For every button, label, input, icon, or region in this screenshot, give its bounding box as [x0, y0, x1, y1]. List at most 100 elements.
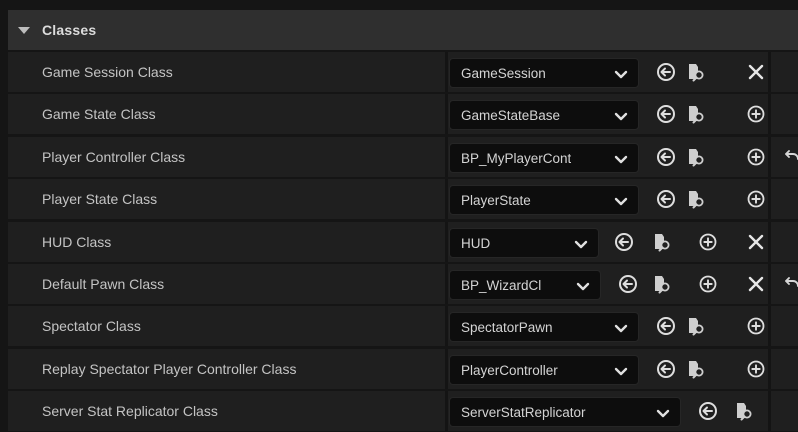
create-new-button[interactable]	[746, 147, 766, 167]
create-new-button[interactable]	[746, 104, 766, 124]
class-picker-dropdown[interactable]: GameStateBase	[449, 100, 639, 130]
browse-button[interactable]	[686, 359, 706, 379]
create-new-button[interactable]	[746, 189, 766, 209]
use-selected-arrow-icon	[656, 189, 676, 209]
use-selected-button[interactable]	[656, 359, 676, 379]
use-selected-button[interactable]	[656, 189, 676, 209]
browse-to-asset-icon	[686, 359, 706, 379]
column-divider[interactable]	[445, 264, 448, 304]
classes-category-header[interactable]: Classes	[8, 10, 798, 50]
reset-to-default-button[interactable]	[782, 147, 798, 167]
class-picker-dropdown[interactable]: PlayerController	[449, 355, 639, 385]
use-selected-button[interactable]	[656, 62, 676, 82]
browse-button[interactable]	[686, 104, 706, 124]
reset-to-default-button[interactable]	[782, 274, 798, 294]
details-panel: Classes Game Session Class GameSession Gam…	[0, 0, 798, 432]
clear-button[interactable]	[746, 62, 766, 82]
column-divider[interactable]	[445, 349, 448, 389]
browse-button[interactable]	[734, 401, 754, 421]
browse-to-asset-icon	[686, 104, 706, 124]
column-divider	[768, 137, 771, 177]
use-selected-button[interactable]	[656, 104, 676, 124]
browse-to-asset-icon	[652, 232, 672, 252]
class-picker-dropdown[interactable]: HUD	[449, 228, 599, 258]
create-new-plus-icon	[746, 147, 766, 167]
browse-button[interactable]	[652, 274, 672, 294]
property-row: Player State Class PlayerState	[8, 179, 798, 219]
property-label: Game State Class	[42, 106, 156, 122]
chevron-down-icon	[614, 110, 628, 121]
property-row: Replay Spectator Player Controller Class…	[8, 349, 798, 389]
clear-x-icon	[746, 232, 766, 252]
use-selected-button[interactable]	[656, 316, 676, 336]
browse-button[interactable]	[652, 232, 672, 252]
use-selected-arrow-icon	[618, 274, 638, 294]
column-divider	[768, 94, 771, 134]
column-divider[interactable]	[445, 391, 448, 431]
reset-to-default-icon	[782, 274, 798, 294]
property-row: Game Session Class GameSession	[8, 52, 798, 92]
browse-button[interactable]	[686, 316, 706, 336]
browse-to-asset-icon	[686, 316, 706, 336]
column-divider[interactable]	[445, 52, 448, 92]
column-divider	[768, 52, 771, 92]
class-picker-dropdown[interactable]: BP_MyPlayerCont	[449, 143, 639, 173]
use-selected-arrow-icon	[614, 232, 634, 252]
class-picker-dropdown[interactable]: BP_WizardCl	[449, 270, 601, 300]
create-new-button[interactable]	[746, 359, 766, 379]
browse-to-asset-icon	[734, 401, 754, 421]
chevron-down-icon	[576, 280, 590, 291]
property-row: Default Pawn Class BP_WizardCl	[8, 264, 798, 304]
class-picker-dropdown[interactable]: PlayerState	[449, 185, 639, 215]
property-row: Spectator Class SpectatorPawn	[8, 306, 798, 346]
browse-button[interactable]	[686, 189, 706, 209]
create-new-plus-icon	[746, 316, 766, 336]
clear-x-icon	[746, 274, 766, 294]
column-divider	[768, 391, 771, 431]
use-selected-arrow-icon	[656, 62, 676, 82]
category-title: Classes	[42, 22, 97, 38]
clear-button[interactable]	[746, 232, 766, 252]
column-divider[interactable]	[445, 222, 448, 262]
column-divider	[768, 349, 771, 389]
use-selected-button[interactable]	[656, 147, 676, 167]
create-new-button[interactable]	[698, 274, 718, 294]
use-selected-button[interactable]	[614, 232, 634, 252]
selected-class-value: BP_MyPlayerCont	[461, 150, 572, 166]
use-selected-arrow-icon	[656, 316, 676, 336]
selected-class-value: PlayerController	[461, 362, 558, 378]
use-selected-arrow-icon	[656, 359, 676, 379]
class-picker-dropdown[interactable]: SpectatorPawn	[449, 312, 639, 342]
property-label: Player State Class	[42, 191, 158, 207]
property-label: HUD Class	[42, 234, 112, 250]
clear-x-icon	[746, 62, 766, 82]
browse-button[interactable]	[686, 62, 706, 82]
column-divider[interactable]	[445, 94, 448, 134]
column-divider	[768, 306, 771, 346]
property-row: Player Controller Class BP_MyPlayerCont	[8, 137, 798, 177]
create-new-button[interactable]	[698, 232, 718, 252]
reset-to-default-icon	[782, 147, 798, 167]
use-selected-button[interactable]	[618, 274, 638, 294]
column-divider[interactable]	[445, 137, 448, 177]
property-label: Spectator Class	[42, 318, 141, 334]
use-selected-arrow-icon	[656, 147, 676, 167]
property-row: Game State Class GameStateBase	[8, 94, 798, 134]
create-new-button[interactable]	[746, 316, 766, 336]
selected-class-value: ServerStatReplicator	[461, 404, 586, 420]
chevron-down-icon	[614, 365, 628, 376]
class-picker-dropdown[interactable]: ServerStatReplicator	[449, 397, 681, 427]
property-row: HUD Class HUD	[8, 222, 798, 262]
use-selected-arrow-icon	[698, 401, 718, 421]
property-label: Game Session Class	[42, 64, 173, 80]
use-selected-button[interactable]	[698, 401, 718, 421]
column-divider	[768, 179, 771, 219]
property-label: Server Stat Replicator Class	[42, 403, 218, 419]
chevron-down-icon	[574, 238, 588, 249]
column-divider[interactable]	[445, 306, 448, 346]
browse-button[interactable]	[686, 147, 706, 167]
class-picker-dropdown[interactable]: GameSession	[449, 58, 639, 88]
column-divider[interactable]	[445, 179, 448, 219]
clear-button[interactable]	[746, 274, 766, 294]
collapse-arrow-icon[interactable]	[18, 26, 30, 34]
